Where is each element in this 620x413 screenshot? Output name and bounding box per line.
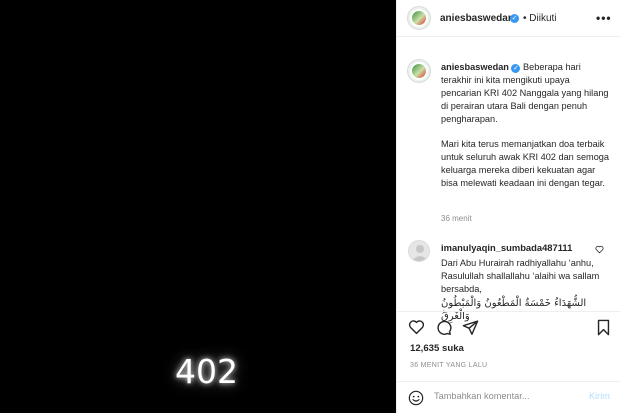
instagram-post-modal: 402 aniesbaswedan ✓ • Diikuti ••• aniesb… <box>0 0 620 413</box>
more-options-icon[interactable]: ••• <box>596 11 612 25</box>
post-side-panel: aniesbaswedan ✓ • Diikuti ••• aniesbaswe… <box>396 0 620 413</box>
caption-timestamp[interactable]: 36 menit <box>441 214 472 223</box>
comment-input[interactable] <box>434 391 574 401</box>
post-header: aniesbaswedan ✓ • Diikuti ••• <box>397 0 620 37</box>
comment-icon[interactable] <box>435 319 452 341</box>
post-timestamp[interactable]: 36 MENIT YANG LALU <box>410 362 487 369</box>
follow-status-button[interactable]: • Diikuti <box>523 13 557 24</box>
media-overlay-text: 402 <box>175 352 238 391</box>
comment-like-icon[interactable] <box>595 245 604 256</box>
avatar[interactable] <box>407 6 431 30</box>
emoji-icon[interactable] <box>408 390 424 411</box>
post-actions-bar <box>397 311 620 341</box>
likes-count[interactable]: 12,635 suka <box>410 343 464 354</box>
verified-badge-icon: ✓ <box>511 64 521 73</box>
commenter-avatar[interactable] <box>408 240 430 262</box>
post-comment-button[interactable]: Kirim <box>589 391 610 401</box>
caption-paragraph-2: Mari kita terus memanjatkan doa terbaik … <box>441 139 610 188</box>
verified-badge-icon: ✓ <box>510 14 519 23</box>
post-media[interactable]: 402 <box>0 0 396 413</box>
caption-avatar[interactable] <box>407 59 431 83</box>
share-icon[interactable] <box>462 319 479 341</box>
heart-icon[interactable] <box>408 319 425 340</box>
comment-bar: Kirim <box>397 381 620 413</box>
post-caption: aniesbaswedan ✓ Beberapa hari terakhir i… <box>441 61 611 202</box>
header-username[interactable]: aniesbaswedan <box>440 13 514 24</box>
comment-text: Dari Abu Hurairah radhiyallahu ‘anhu, Ra… <box>441 258 600 295</box>
comment-username[interactable]: imanulyaqin_sumbada487111 <box>441 242 572 253</box>
caption-username[interactable]: aniesbaswedan <box>441 62 509 72</box>
bookmark-icon[interactable] <box>596 319 611 341</box>
